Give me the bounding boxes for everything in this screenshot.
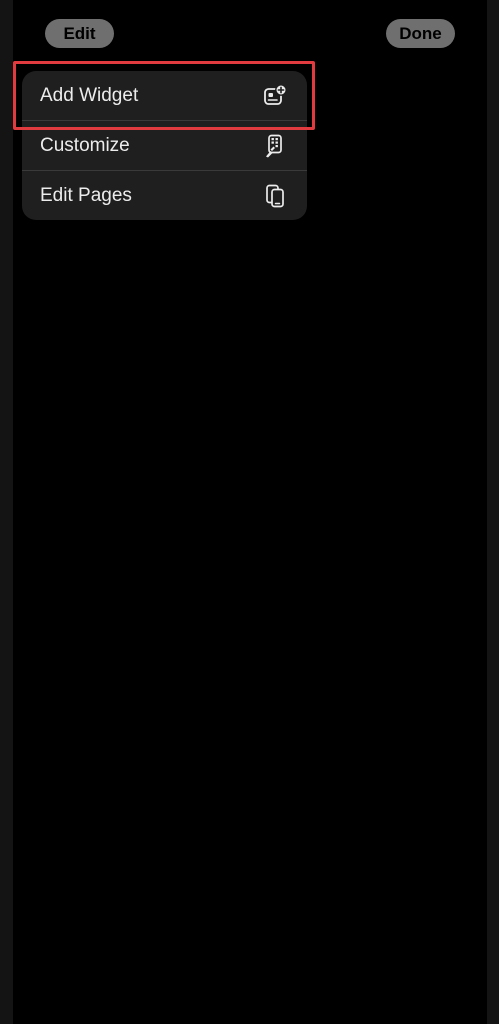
right-edge: [487, 0, 499, 1024]
customize-icon: [263, 134, 287, 158]
menu-item-label: Customize: [40, 135, 130, 156]
add-widget-icon: [263, 84, 287, 108]
edit-context-menu: Add Widget Customize Edit Pages: [22, 71, 307, 220]
edit-pages-icon: [263, 184, 287, 208]
left-edge: [0, 0, 13, 1024]
menu-item-edit-pages[interactable]: Edit Pages: [22, 171, 307, 220]
menu-item-label: Add Widget: [40, 85, 139, 106]
edit-button[interactable]: Edit: [45, 19, 114, 48]
done-button[interactable]: Done: [386, 19, 455, 48]
menu-item-add-widget[interactable]: Add Widget: [22, 71, 307, 121]
menu-item-customize[interactable]: Customize: [22, 121, 307, 171]
home-screen-edit-mode: Edit Done Add Widget Customize Edit Page…: [0, 0, 499, 1024]
menu-item-label: Edit Pages: [40, 185, 132, 206]
